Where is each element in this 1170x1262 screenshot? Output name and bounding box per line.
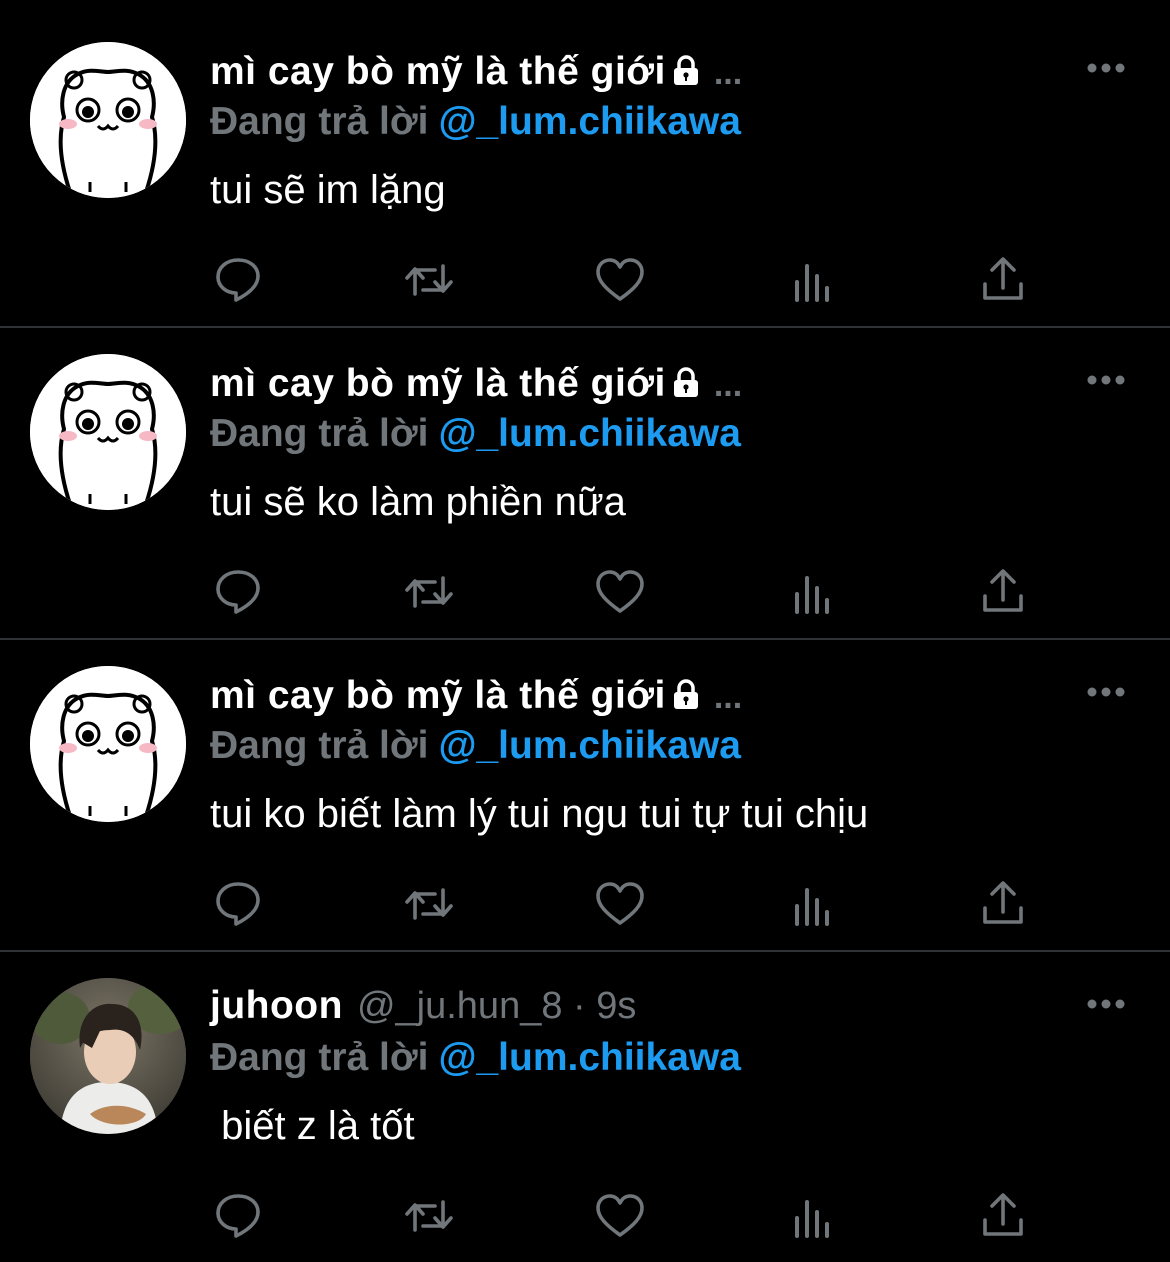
display-name[interactable]: mì cay bò mỹ là thế giới <box>210 50 666 93</box>
share-icon[interactable] <box>975 876 1031 932</box>
reply-to-link[interactable]: @_lum.chiikawa <box>438 724 740 767</box>
user-handle-time[interactable]: @_ju.hun_8 · 9s <box>357 985 636 1027</box>
reply-prefix: Đang trả lời <box>210 1036 429 1079</box>
tweet-header: mì cay bò mỹ là thế giới... <box>210 50 742 98</box>
more-icon[interactable] <box>1086 684 1126 705</box>
reply-icon[interactable] <box>210 1188 266 1244</box>
retweet-icon[interactable] <box>401 564 457 620</box>
tweet[interactable]: juhoon @_ju.hun_8 · 9s Đang trả lời @_lum.… <box>0 936 1170 1262</box>
reply-prefix: Đang trả lời <box>210 412 429 455</box>
reply-icon[interactable] <box>210 564 266 620</box>
like-icon[interactable] <box>592 252 648 308</box>
reply-context: Đang trả lời @_lum.chiikawa <box>210 100 741 144</box>
reply-to-link[interactable]: @_lum.chiikawa <box>438 100 740 143</box>
lock-icon <box>670 366 702 403</box>
retweet-icon[interactable] <box>401 252 457 308</box>
display-name[interactable]: juhoon <box>210 984 343 1027</box>
share-icon[interactable] <box>975 252 1031 308</box>
tweet-actions <box>0 564 1170 620</box>
share-icon[interactable] <box>975 564 1031 620</box>
like-icon[interactable] <box>592 1188 648 1244</box>
tweet-header: juhoon @_ju.hun_8 · 9s <box>210 984 636 1032</box>
tweet[interactable]: mì cay bò mỹ là thế giới... Đang trả lời… <box>0 0 1170 326</box>
display-name[interactable]: mì cay bò mỹ là thế giới <box>210 362 666 405</box>
avatar[interactable] <box>30 42 186 198</box>
name-truncation: ... <box>713 54 743 92</box>
avatar[interactable] <box>30 666 186 822</box>
retweet-icon[interactable] <box>401 876 457 932</box>
like-icon[interactable] <box>592 564 648 620</box>
more-icon[interactable] <box>1086 996 1126 1017</box>
reply-context: Đang trả lời @_lum.chiikawa <box>210 724 741 768</box>
tweet[interactable]: mì cay bò mỹ là thế giới... Đang trả lời… <box>0 624 1170 950</box>
tweet-text: tui ko biết làm lý tui ngu tui tự tui ch… <box>210 792 869 836</box>
more-icon[interactable] <box>1086 60 1126 81</box>
tweet-actions <box>0 252 1170 308</box>
chiikawa-avatar-image <box>30 666 186 822</box>
person-photo-avatar <box>30 978 186 1134</box>
tweet-text: tui sẽ ko làm phiền nữa <box>210 480 626 524</box>
views-icon[interactable] <box>784 252 840 308</box>
lock-icon <box>670 54 702 91</box>
reply-prefix: Đang trả lời <box>210 724 429 767</box>
tweet[interactable]: mì cay bò mỹ là thế giới... Đang trả lời… <box>0 312 1170 638</box>
name-truncation: ... <box>713 678 743 716</box>
tweet-header: mì cay bò mỹ là thế giới... <box>210 362 742 410</box>
views-icon[interactable] <box>784 1188 840 1244</box>
tweet-actions <box>0 1188 1170 1244</box>
share-icon[interactable] <box>975 1188 1031 1244</box>
display-name[interactable]: mì cay bò mỹ là thế giới <box>210 674 666 717</box>
tweet-text: biết z là tốt <box>210 1104 415 1148</box>
views-icon[interactable] <box>784 564 840 620</box>
views-icon[interactable] <box>784 876 840 932</box>
reply-context: Đang trả lời @_lum.chiikawa <box>210 412 741 456</box>
retweet-icon[interactable] <box>401 1188 457 1244</box>
reply-prefix: Đang trả lời <box>210 100 429 143</box>
chiikawa-avatar-image <box>30 42 186 198</box>
reply-to-link[interactable]: @_lum.chiikawa <box>438 1036 740 1079</box>
name-truncation: ... <box>713 366 743 404</box>
tweet-actions <box>0 876 1170 932</box>
like-icon[interactable] <box>592 876 648 932</box>
reply-icon[interactable] <box>210 876 266 932</box>
more-icon[interactable] <box>1086 372 1126 393</box>
avatar[interactable] <box>30 354 186 510</box>
chiikawa-avatar-image <box>30 354 186 510</box>
tweet-header: mì cay bò mỹ là thế giới... <box>210 674 742 722</box>
reply-to-link[interactable]: @_lum.chiikawa <box>438 412 740 455</box>
reply-icon[interactable] <box>210 252 266 308</box>
reply-context: Đang trả lời @_lum.chiikawa <box>210 1036 741 1080</box>
lock-icon <box>670 678 702 715</box>
avatar[interactable] <box>30 978 186 1134</box>
tweet-text: tui sẽ im lặng <box>210 168 446 212</box>
